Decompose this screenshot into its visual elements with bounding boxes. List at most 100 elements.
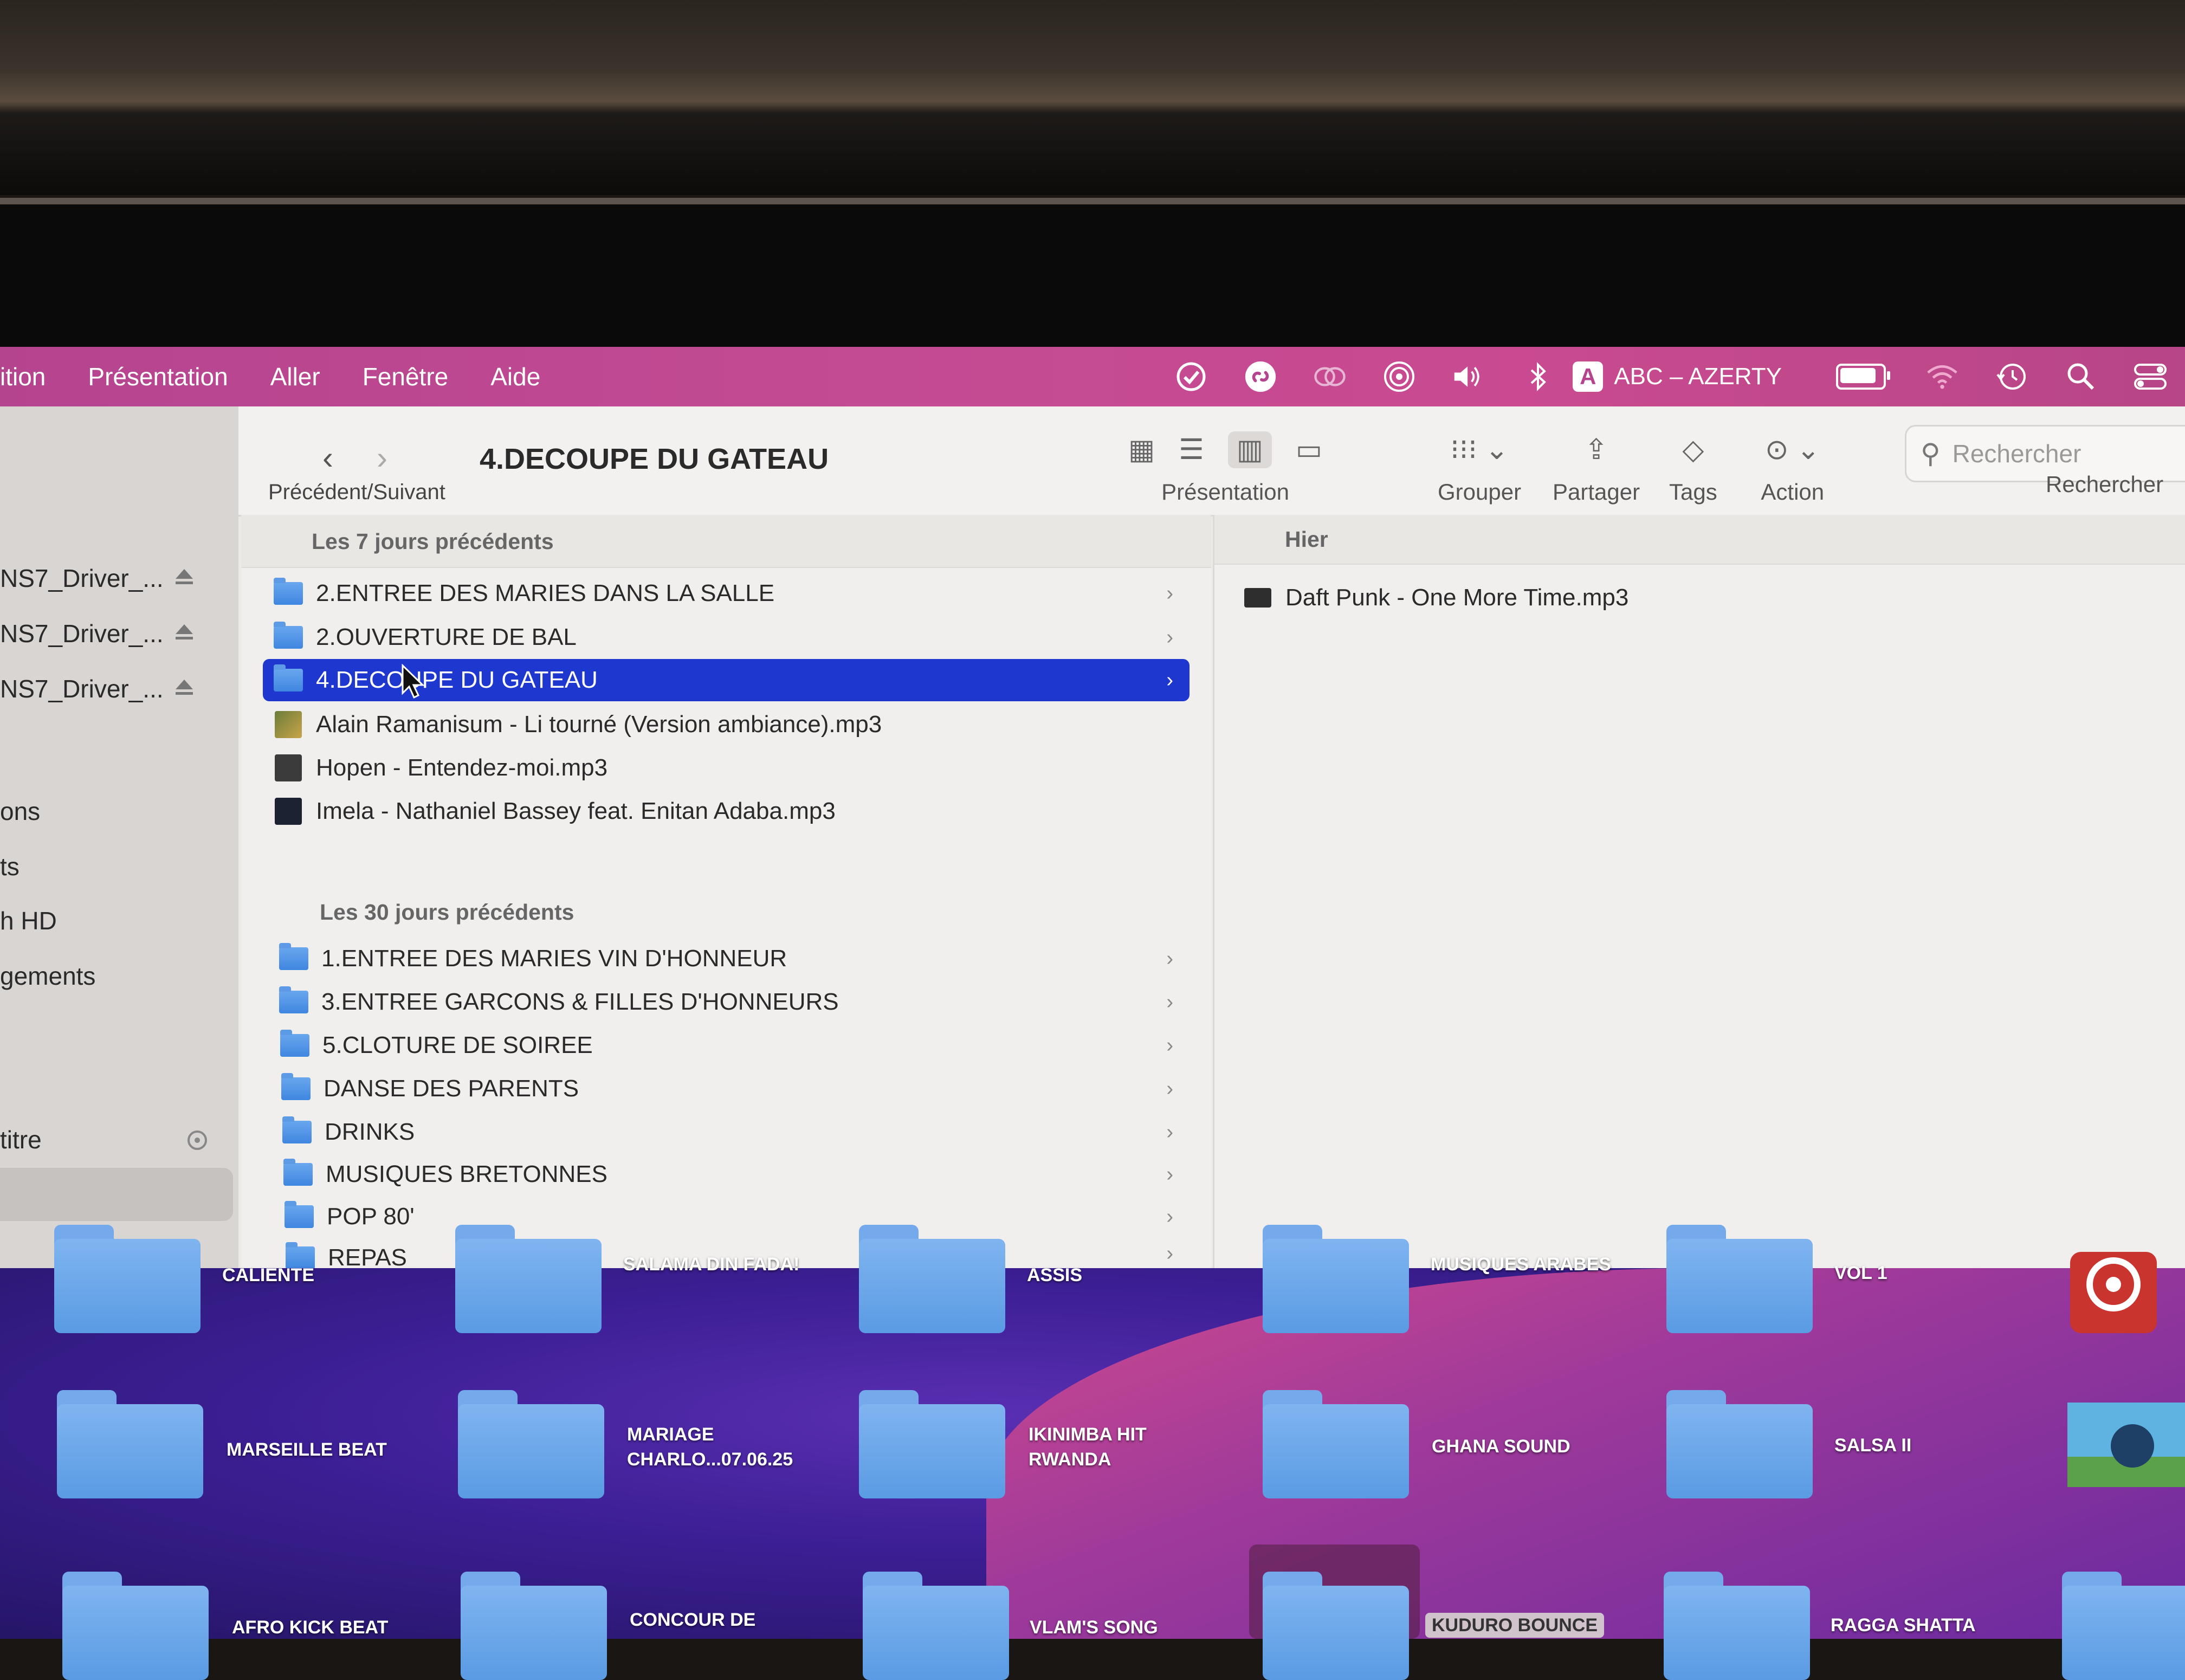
- window-title: 4.DECOUPE DU GATEAU: [480, 443, 829, 475]
- desktop-folder[interactable]: [1263, 1225, 1409, 1333]
- folder-icon: [274, 622, 303, 649]
- menu-edition[interactable]: ition: [0, 362, 46, 391]
- list-item[interactable]: 1.ENTREE DES MARIES VIN D'HONNEUR ›: [279, 938, 1190, 980]
- sidebar-device-1[interactable]: NS7_Driver_...: [0, 564, 164, 593]
- action-group[interactable]: ⊙ ⌄ Action: [1753, 428, 1832, 505]
- desktop-folder[interactable]: [57, 1390, 203, 1498]
- list-item[interactable]: POP 80' ›: [285, 1196, 1190, 1238]
- spotlight-search-icon[interactable]: [2065, 360, 2097, 393]
- list-item[interactable]: Daft Punk - One More Time.mp3: [1244, 577, 2165, 619]
- sidebar-device-3[interactable]: NS7_Driver_...: [0, 674, 164, 703]
- keyboard-input-icon[interactable]: A: [1573, 361, 1604, 392]
- menu-aide[interactable]: Aide: [490, 362, 540, 391]
- target-app-icon[interactable]: [2070, 1252, 2157, 1333]
- list-item[interactable]: 2.OUVERTURE DE BAL ›: [274, 616, 1190, 658]
- list-item[interactable]: 2.ENTREE DES MARIES DANS LA SALLE ›: [274, 572, 1190, 615]
- mouse-pointer-icon: [402, 664, 425, 699]
- menu-aller[interactable]: Aller: [270, 362, 320, 391]
- desktop-folder[interactable]: [1664, 1572, 1810, 1680]
- sidebar-selected-row[interactable]: [0, 1168, 233, 1221]
- airdrop-icon[interactable]: [1383, 360, 1415, 393]
- list-item-label: DRINKS: [325, 1119, 415, 1145]
- desktop-folder[interactable]: [458, 1390, 604, 1498]
- group-group[interactable]: ⁝⁝⁝ ⌄ Grouper: [1438, 428, 1521, 505]
- view-group: ▦ ☰ ▥ ▭ Présentation: [1116, 428, 1334, 505]
- sidebar-item-macintosh-hd[interactable]: h HD: [0, 906, 57, 935]
- wifi-icon[interactable]: [1926, 360, 1958, 393]
- album-art-icon: [275, 711, 302, 738]
- desktop-folder-label: MARSEILLE BEAT: [227, 1439, 387, 1460]
- bluetooth-icon[interactable]: [1522, 360, 1554, 393]
- list-item-label: Daft Punk - One More Time.mp3: [1285, 584, 1629, 611]
- list-item[interactable]: Imela - Nathaniel Bassey feat. Enitan Ad…: [275, 790, 1191, 832]
- desktop-folder[interactable]: [859, 1390, 1005, 1498]
- desktop-folder[interactable]: [863, 1572, 1009, 1680]
- column-view-icon[interactable]: ▥: [1227, 431, 1272, 468]
- beach-image-thumbnail[interactable]: [2067, 1403, 2185, 1487]
- tags-group[interactable]: ◇ Tags: [1669, 428, 1717, 505]
- chevron-right-icon: ›: [1166, 1205, 1173, 1228]
- list-item[interactable]: 3.ENTREE GARCONS & FILLES D'HONNEURS ›: [279, 981, 1190, 1023]
- menu-presentation[interactable]: Présentation: [88, 362, 228, 391]
- list-item[interactable]: Alain Ramanisum - Li tourné (Version amb…: [275, 703, 1191, 746]
- desktop-folder[interactable]: [1263, 1572, 1409, 1680]
- creative-cloud-icon[interactable]: [1314, 360, 1346, 393]
- list-item-label: 4.DECOUPE DU GATEAU: [316, 667, 598, 693]
- screen-top-area: [0, 205, 2185, 347]
- volume-icon[interactable]: [1452, 360, 1485, 393]
- gallery-view-icon[interactable]: ▭: [1296, 434, 1322, 466]
- chevron-right-icon: ›: [1166, 1162, 1173, 1186]
- list-item[interactable]: Hopen - Entendez-moi.mp3: [275, 747, 1191, 789]
- battery-icon[interactable]: [1836, 364, 1890, 390]
- toolbar: ‹ › Précédent/Suivant 4.DECOUPE DU GATEA…: [238, 406, 2185, 516]
- eject-icon[interactable]: [174, 623, 194, 641]
- list-item-label: MUSIQUES BRETONNES: [326, 1161, 607, 1187]
- menu-fenetre[interactable]: Fenêtre: [363, 362, 449, 391]
- sidebar-item-downloads[interactable]: gements: [0, 961, 95, 991]
- list-item[interactable]: DANSE DES PARENTS ›: [281, 1068, 1190, 1110]
- control-center-icon[interactable]: [2134, 360, 2167, 393]
- sidebar-item-documents[interactable]: ts: [0, 852, 20, 881]
- list-item-label: Alain Ramanisum - Li tourné (Version amb…: [316, 711, 882, 738]
- list-item[interactable]: 5.CLOTURE DE SOIREE ›: [280, 1024, 1190, 1067]
- desktop-folder[interactable]: [859, 1225, 1005, 1333]
- nav-label: Précédent/Suivant: [268, 480, 445, 504]
- desktop: CALIENTE SALAMA DIN FADA! ASSIS MUSIQUES…: [0, 1225, 2185, 1680]
- share-icon[interactable]: ⇪: [1585, 434, 1608, 466]
- desktop-folder[interactable]: [461, 1572, 607, 1680]
- section-7-days: Les 7 jours précédents: [312, 529, 554, 554]
- folder-icon: [281, 1073, 311, 1100]
- share-group[interactable]: ⇪ Partager: [1553, 428, 1640, 505]
- desktop-folder-label: RAGGA SHATTA: [1831, 1615, 1976, 1636]
- desktop-folder[interactable]: [62, 1572, 209, 1680]
- desktop-folder[interactable]: [455, 1225, 602, 1333]
- checkmark-circle-icon[interactable]: [1175, 360, 1207, 393]
- group-icon[interactable]: ⁝⁝⁝ ⌄: [1450, 434, 1509, 466]
- tag-icon[interactable]: ◇: [1682, 434, 1704, 466]
- desktop-folder[interactable]: [1666, 1225, 1813, 1333]
- list-item-label: REPAS: [328, 1244, 407, 1268]
- desktop-folder[interactable]: [2062, 1572, 2185, 1680]
- eject-icon[interactable]: [174, 679, 194, 696]
- sidebar-item-applications[interactable]: ons: [0, 797, 40, 826]
- shazam-icon[interactable]: [1244, 360, 1277, 393]
- desktop-folder-label: VOL 1: [1834, 1263, 1887, 1283]
- action-icon[interactable]: ⊙ ⌄: [1765, 434, 1820, 466]
- desktop-folder[interactable]: [1263, 1390, 1409, 1498]
- back-button[interactable]: ‹: [322, 439, 333, 476]
- network-disk-icon: [188, 1130, 207, 1150]
- eject-icon[interactable]: [174, 568, 194, 585]
- desktop-folder-label: VLAM'S SONG: [1030, 1617, 1158, 1638]
- forward-button[interactable]: ›: [377, 439, 387, 476]
- keyboard-layout-label[interactable]: ABC – AZERTY: [1614, 363, 1782, 390]
- sidebar-device-2[interactable]: NS7_Driver_...: [0, 619, 164, 648]
- list-item[interactable]: DRINKS ›: [282, 1111, 1190, 1153]
- list-item[interactable]: MUSIQUES BRETONNES ›: [283, 1153, 1190, 1196]
- list-view-icon[interactable]: ☰: [1179, 434, 1204, 466]
- icon-view-icon[interactable]: ▦: [1128, 434, 1155, 466]
- time-machine-icon[interactable]: [1995, 360, 2028, 393]
- desktop-folder[interactable]: [1666, 1390, 1813, 1498]
- desktop-folder[interactable]: [54, 1225, 201, 1333]
- sidebar-item-untitled[interactable]: titre: [0, 1125, 42, 1154]
- chevron-right-icon: ›: [1166, 668, 1173, 692]
